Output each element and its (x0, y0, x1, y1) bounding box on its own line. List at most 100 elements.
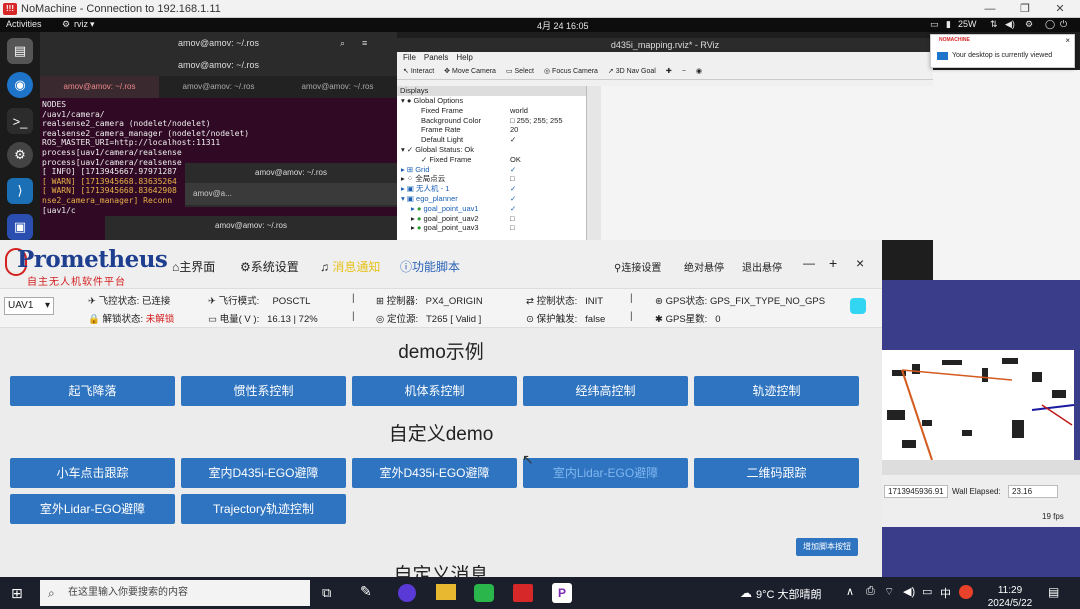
display-row[interactable]: ▸ ⊞ Grid ✓ (397, 165, 586, 175)
notification-center-icon[interactable]: ▤ (1048, 585, 1059, 599)
terminal-icon[interactable]: >_ (7, 108, 33, 134)
app-menu[interactable]: rviz (74, 19, 88, 29)
indoor-d435i-ego-button[interactable]: 室内D435i-EGO避障 (181, 458, 346, 488)
wifi-icon[interactable]: ⌔ (884, 585, 894, 599)
terminal-tab[interactable]: amov@amov: ~/.ros (159, 76, 278, 98)
tool-focus-camera[interactable]: ◎ Focus Camera (544, 64, 598, 79)
maximize-button[interactable]: + (829, 255, 837, 271)
wechat-icon[interactable] (474, 584, 494, 602)
display-row[interactable]: ▸ ▣ 无人机 - 1 ✓ (397, 184, 586, 194)
files-icon[interactable]: ▤ (7, 38, 33, 64)
menu-icon[interactable]: ≡ (362, 32, 367, 54)
display-row[interactable]: ▸ ⁘ 全局点云 □ (397, 174, 586, 184)
menu-panels[interactable]: Panels (424, 52, 448, 64)
terminal-window[interactable]: amov@amov: ~/.ros ⌕ ≡ amov@amov: ~/.ros … (40, 32, 397, 240)
minimize-button[interactable]: — (803, 256, 815, 270)
camera-tool-icon[interactable]: ◉ (696, 64, 702, 79)
display-row[interactable]: ▸ ● goal_point_uav1 ✓ (397, 204, 586, 214)
ime-indicator[interactable]: 中 (940, 585, 951, 601)
clock[interactable]: 4月 24 16:05 (537, 19, 589, 32)
connect-settings-button[interactable]: ⚲连接设置 (614, 259, 661, 274)
task-view-icon[interactable]: ⧉ (322, 585, 331, 601)
user-icon[interactable]: ◯ (1045, 19, 1055, 30)
terminal-tab[interactable]: amov@a... (185, 183, 397, 205)
add-script-button[interactable]: 增加脚本按钮 (796, 538, 858, 556)
display-row[interactable]: Background Color □ 255; 255; 255 (397, 116, 586, 126)
nomachine-notification[interactable]: NOMACHINE × Your desktop is currently vi… (930, 34, 1075, 68)
tool-3d-nav-goal[interactable]: ➚ 3D Nav Goal (608, 64, 656, 79)
display-row[interactable]: Frame Rate 20 (397, 125, 586, 135)
volume-icon[interactable]: ◀) (903, 585, 915, 598)
remove-tool-icon[interactable]: − (682, 64, 686, 79)
wall-elapsed-field[interactable]: 23.16 (1008, 485, 1058, 498)
printer-icon[interactable]: ⎙ (866, 585, 875, 598)
car-click-track-button[interactable]: 小车点击跟踪 (10, 458, 175, 488)
ros-time-field[interactable]: 1713945936.91 (884, 485, 948, 498)
taskbar-search-input[interactable]: ⌕ 在这里输入你要搜索的内容 (40, 580, 310, 606)
displays-scrollbar[interactable] (587, 86, 601, 240)
add-tool-icon[interactable]: ✚ (666, 64, 672, 79)
prometheus-window[interactable]: Prometheus 自主无人机软件平台 ⌂主界面 ⚙系统设置 ♫ 消息通知 ⓘ… (0, 240, 882, 577)
close-button[interactable]: ✕ (1040, 0, 1080, 18)
activities-button[interactable]: Activities (6, 19, 42, 29)
terminal-tab[interactable]: amov@amov: ~/.ros (278, 76, 397, 98)
window-icon[interactable]: ▣ (7, 214, 33, 240)
nomachine-taskbar-icon[interactable] (513, 584, 533, 602)
takeoff-land-button[interactable]: 起飞降落 (10, 376, 175, 406)
weather-readout[interactable]: 9°C 大部晴朗 (756, 586, 822, 602)
nav-settings[interactable]: ⚙系统设置 (240, 258, 299, 275)
app-icon-browser[interactable] (398, 584, 416, 602)
qrcode-track-button[interactable]: 二维码跟踪 (694, 458, 859, 488)
tool-interact[interactable]: ↖ Interact (403, 64, 434, 79)
rviz-splitter[interactable] (882, 460, 1080, 475)
display-row[interactable]: ▸ ● goal_point_uav2 □ (397, 214, 586, 224)
inertial-control-button[interactable]: 惯性系控制 (181, 376, 346, 406)
display-row[interactable]: Fixed Frame world (397, 106, 586, 116)
nav-scripts[interactable]: ⓘ功能脚本 (400, 258, 460, 275)
display-row[interactable]: ▾ ✓ Global Status: Ok (397, 145, 586, 155)
display-row[interactable]: Default Light ✓ (397, 135, 586, 145)
uav-select[interactable]: UAV1 ▾ (4, 297, 54, 315)
file-explorer-icon[interactable] (436, 584, 456, 600)
menu-help[interactable]: Help (456, 52, 472, 64)
minimize-button[interactable]: — (970, 0, 1010, 18)
system-settings-icon[interactable]: ⚙ (7, 142, 33, 168)
display-row[interactable]: ✓ Fixed Frame OK (397, 155, 586, 165)
body-frame-control-button[interactable]: 机体系控制 (352, 376, 517, 406)
browser-icon[interactable]: ◉ (7, 72, 33, 98)
absolute-hover-button[interactable]: 绝对悬停 (684, 259, 724, 274)
power-icon[interactable]: ⏻ (1060, 19, 1067, 30)
display-row[interactable]: ▾ ● Global Options (397, 96, 586, 106)
nav-home[interactable]: ⌂主界面 (172, 258, 215, 275)
outdoor-d435i-ego-button[interactable]: 室外D435i-EGO避障 (352, 458, 517, 488)
menu-file[interactable]: File (403, 52, 416, 64)
close-button[interactable]: × (856, 255, 864, 271)
prometheus-taskbar-icon[interactable]: P (552, 583, 572, 603)
app-tray-icon[interactable] (959, 585, 973, 599)
rviz-3d-view[interactable] (601, 86, 933, 240)
outdoor-lidar-ego-button[interactable]: 室外Lidar-EGO避障 (10, 494, 175, 524)
indoor-lidar-ego-button[interactable]: 室内Lidar-EGO避障 (523, 458, 688, 488)
rviz-window[interactable]: d435i_mapping.rviz* - RViz File Panels H… (397, 38, 933, 240)
display-row[interactable]: ▸ ● goal_point_uav3 □ (397, 223, 586, 233)
displays-panel[interactable]: Displays ▾ ● Global Options Fixed Frame w… (397, 86, 587, 240)
lla-control-button[interactable]: 经纬高控制 (523, 376, 688, 406)
app-icon-tools[interactable]: ✎ (360, 583, 372, 600)
nav-notifications[interactable]: ♫ 消息通知 (320, 258, 380, 275)
terminal-window-small[interactable]: amov@amov: ~/.ros amov@a... (185, 163, 397, 207)
exit-hover-button[interactable]: 退出悬停 (742, 259, 782, 274)
tool-select[interactable]: ▭ Select (506, 64, 534, 79)
terminal-window-small-2[interactable]: amov@amov: ~/.ros (105, 216, 397, 240)
vscode-icon[interactable]: ⟩ (7, 178, 33, 204)
search-icon[interactable]: ⌕ (340, 32, 345, 54)
point-cloud-view[interactable] (882, 350, 1075, 461)
close-icon[interactable]: × (1065, 36, 1070, 45)
terminal-tab[interactable]: amov@amov: ~/.ros (40, 76, 159, 98)
taskbar-clock[interactable]: 11:29 2024/5/22 (980, 584, 1040, 609)
battery-icon[interactable]: ▭ (922, 585, 932, 598)
rviz-app-icon[interactable]: ⚙ (62, 19, 70, 30)
windows-start-icon[interactable]: ⊞ (11, 585, 23, 602)
maximize-button[interactable]: ❐ (1005, 0, 1045, 18)
trajectory-track-button[interactable]: Trajectory轨迹控制 (181, 494, 346, 524)
settings-icon[interactable]: ⚙ (1025, 19, 1033, 30)
